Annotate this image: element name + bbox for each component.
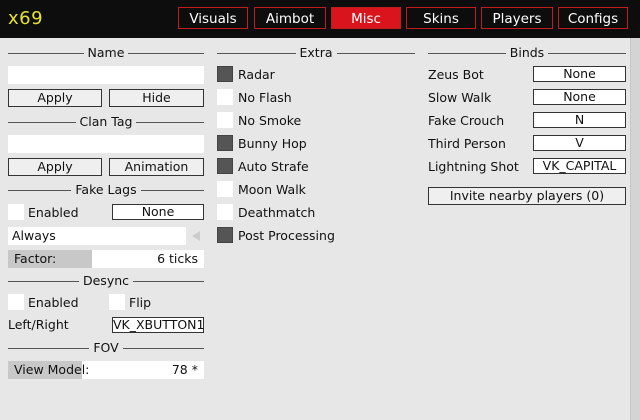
deathmatch-checkbox[interactable] (217, 204, 233, 220)
desync-flip-checkbox[interactable] (109, 294, 125, 310)
name-input[interactable] (8, 66, 204, 84)
desync-left-right-bind-box[interactable]: VK_XBUTTON1 (112, 317, 204, 333)
moon-walk-label: Moon Walk (238, 182, 306, 197)
bunny-hop-label: Bunny Hop (238, 136, 307, 151)
tab-skins[interactable]: Skins (406, 7, 476, 29)
auto-strafe-checkbox[interactable] (217, 158, 233, 174)
fake-lags-enabled-checkbox[interactable] (8, 204, 24, 220)
app-logo: x69 (8, 8, 44, 29)
title-bar: x69 Visuals Aimbot Misc Skins Players Co… (0, 0, 640, 38)
tab-configs[interactable]: Configs (558, 7, 628, 29)
chevron-left-icon[interactable] (192, 231, 200, 241)
no-flash-checkbox[interactable] (217, 89, 233, 105)
auto-strafe-label: Auto Strafe (238, 159, 309, 174)
name-apply-button[interactable]: Apply (8, 89, 102, 107)
factor-slider-label: Factor: (14, 251, 57, 266)
third-person-bind-box[interactable]: V (533, 135, 626, 151)
post-processing-checkbox[interactable] (217, 227, 233, 243)
post-processing-label: Post Processing (238, 228, 335, 243)
fake-lags-enabled-label: Enabled (28, 205, 79, 220)
tab-aimbot[interactable]: Aimbot (254, 7, 326, 29)
section-header-name: Name (8, 45, 204, 60)
desync-flip-label: Flip (129, 295, 152, 310)
fake-crouch-label: Fake Crouch (428, 113, 505, 128)
name-hide-button[interactable]: Hide (109, 89, 204, 107)
no-flash-label: No Flash (238, 90, 292, 105)
moon-walk-checkbox[interactable] (217, 181, 233, 197)
third-person-label: Third Person (428, 136, 506, 151)
clan-tag-animation-button[interactable]: Animation (109, 158, 204, 176)
section-header-desync: Desync (8, 273, 204, 288)
clan-tag-input[interactable] (8, 135, 204, 153)
section-header-fov: FOV (8, 340, 204, 355)
deathmatch-label: Deathmatch (238, 205, 316, 220)
desync-enabled-label: Enabled (28, 295, 79, 310)
slow-walk-bind-box[interactable]: None (533, 89, 626, 105)
slow-walk-label: Slow Walk (428, 90, 492, 105)
fake-crouch-bind-box[interactable]: N (533, 112, 626, 128)
view-model-fov-slider[interactable]: View Model: 78 * (8, 361, 204, 379)
tab-misc[interactable]: Misc (331, 7, 401, 29)
section-header-fake-lags: Fake Lags (8, 182, 204, 197)
section-header-binds: Binds (428, 45, 626, 60)
fake-lags-factor-slider[interactable]: Factor: 6 ticks (8, 250, 204, 268)
window-right-edge (630, 38, 640, 420)
radar-checkbox[interactable] (217, 66, 233, 82)
factor-slider-value: 6 ticks (157, 251, 198, 266)
invite-nearby-players-button[interactable]: Invite nearby players (0) (428, 187, 626, 205)
fake-lags-bind-box[interactable]: None (112, 204, 204, 220)
clan-tag-apply-button[interactable]: Apply (8, 158, 102, 176)
tab-players[interactable]: Players (481, 7, 553, 29)
view-model-slider-value: 78 * (171, 362, 198, 377)
bunny-hop-checkbox[interactable] (217, 135, 233, 151)
fake-lags-mode-select[interactable]: Always (8, 227, 186, 245)
tab-visuals[interactable]: Visuals (178, 7, 248, 29)
zeus-bot-label: Zeus Bot (428, 67, 484, 82)
no-smoke-label: No Smoke (238, 113, 302, 128)
desync-enabled-checkbox[interactable] (8, 294, 24, 310)
zeus-bot-bind-box[interactable]: None (533, 66, 626, 82)
lightning-shot-bind-box[interactable]: VK_CAPITAL (533, 158, 626, 174)
no-smoke-checkbox[interactable] (217, 112, 233, 128)
radar-label: Radar (238, 67, 275, 82)
view-model-slider-label: View Model: (14, 362, 90, 377)
lightning-shot-label: Lightning Shot (428, 159, 519, 174)
desync-left-right-label: Left/Right (8, 317, 69, 332)
section-header-extra: Extra (217, 45, 415, 60)
section-header-clan-tag: Clan Tag (8, 114, 204, 129)
